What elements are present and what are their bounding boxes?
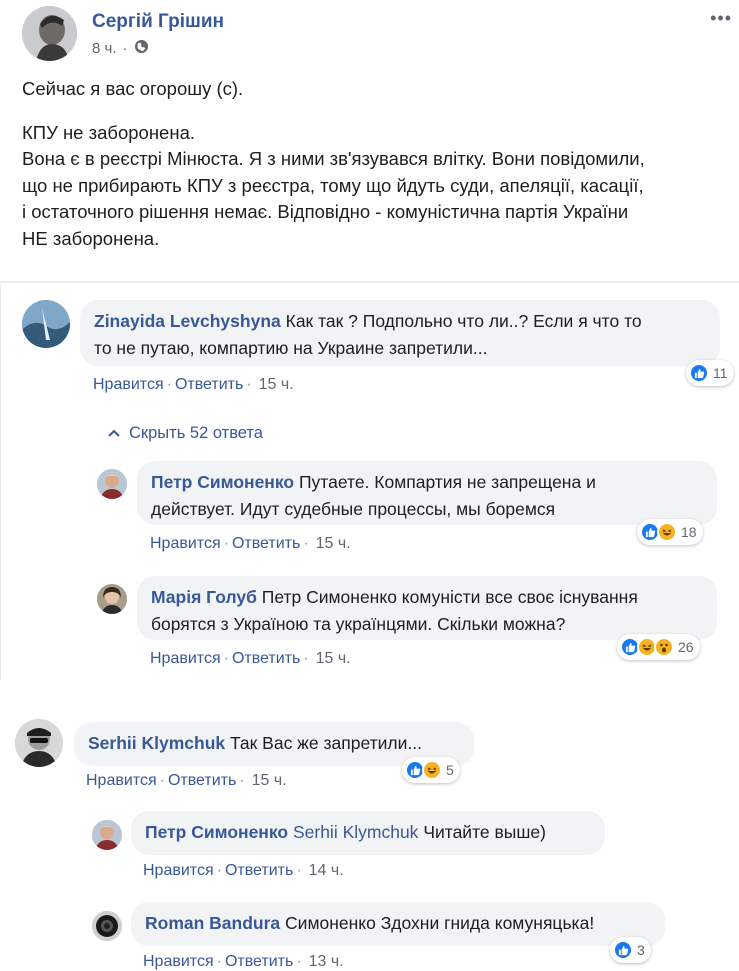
hide-replies-link[interactable]: Скрыть 52 ответа — [107, 424, 263, 443]
separator-dot: · — [239, 772, 245, 789]
separator-dot: · — [159, 772, 165, 789]
like-link[interactable]: Нравится — [143, 953, 214, 970]
wow-icon — [654, 637, 674, 657]
haha-icon — [657, 522, 677, 542]
comment-author[interactable]: Zinayida Levchyshyna — [94, 311, 281, 331]
reply-bubble: Петр Симоненко Путаете. Компартия не зап… — [137, 461, 717, 525]
thread-line — [0, 285, 6, 680]
reply-author[interactable]: Петр Симоненко — [145, 822, 288, 842]
commenter-avatar[interactable] — [22, 300, 70, 348]
hide-replies-label: Скрыть 52 ответа — [129, 424, 263, 442]
post-author-name[interactable]: Сергій Грішин — [92, 11, 224, 33]
reply-text: Петр Симоненко комуністи все своє існува… — [261, 587, 638, 607]
post-line: і остаточного рішення немає. Відповідно … — [22, 201, 629, 222]
comment-text: Так Вас же запретили... — [230, 733, 422, 753]
chevron-up-icon — [107, 424, 121, 443]
reaction-count: 11 — [713, 365, 728, 381]
separator-dot: · — [216, 862, 222, 879]
like-link[interactable]: Нравится — [150, 650, 221, 667]
post-line: НЕ заборонена. — [22, 227, 160, 249]
reply-time[interactable]: 15 ч. — [316, 650, 351, 667]
separator-dot: · — [296, 862, 302, 879]
reply-bubble: Марія Голуб Петр Симоненко комуністи все… — [137, 576, 717, 640]
reply-bubble: Петр Симоненко Serhii Klymchuk Читайте в… — [131, 811, 605, 855]
haha-icon — [422, 760, 442, 780]
reply-bubble: Roman Bandura Симоненко Здохни гнида ком… — [131, 902, 665, 946]
separator-dot: · — [246, 376, 252, 393]
post-time[interactable]: 8 ч. — [92, 40, 117, 57]
comment-author[interactable]: Serhii Klymchuk — [88, 733, 225, 753]
reply-link[interactable]: Ответить — [232, 650, 300, 667]
reply-link[interactable]: Ответить — [225, 953, 293, 970]
more-options-icon[interactable]: ••• — [710, 8, 732, 29]
post-header: Сергій Грішин 8 ч. · ••• — [22, 6, 731, 62]
like-link[interactable]: Нравится — [150, 535, 221, 552]
comment-text: то не путаю, компартию на Украине запрет… — [94, 338, 488, 358]
like-link[interactable]: Нравится — [143, 862, 214, 879]
commenter-avatar[interactable] — [15, 719, 63, 767]
comment-text: Как так ? Подпольно что ли..? Если я что… — [285, 311, 642, 331]
reply-author[interactable]: Петр Симоненко — [151, 472, 294, 492]
reaction-summary[interactable]: 5 — [402, 757, 460, 783]
comment-time[interactable]: 15 ч. — [259, 376, 294, 393]
post-meta: 8 ч. · — [92, 39, 149, 58]
reply-avatar[interactable] — [97, 469, 127, 499]
post-line: Сейчас я вас огорошу (с). — [22, 78, 244, 99]
reply-text: Путаете. Компартия не запрещена и — [298, 472, 596, 492]
reply-author[interactable]: Марія Голуб — [151, 587, 257, 607]
reply-link[interactable]: Ответить — [175, 376, 243, 393]
reply-actions: Нравится · Ответить · 14 ч. — [143, 862, 344, 880]
post-line: Вона є в реєстрі Мінюста. Я з ними зв'яз… — [22, 148, 645, 169]
separator-dot: · — [303, 650, 309, 667]
reply-actions: Нравится · Ответить · 15 ч. — [150, 535, 351, 553]
comment-bubble: Zinayida Levchyshyna Как так ? Подпольно… — [80, 300, 720, 366]
reply-text: борятся з Україною та українцями. Скільк… — [151, 614, 566, 634]
mention-link[interactable]: Serhii Klymchuk — [293, 822, 418, 842]
post-line: КПУ не заборонена. — [22, 121, 195, 143]
reply-link[interactable]: Ответить — [225, 862, 293, 879]
reply-time[interactable]: 15 ч. — [316, 535, 351, 552]
reaction-count: 5 — [446, 762, 454, 778]
comment-time[interactable]: 15 ч. — [252, 772, 287, 789]
reply-time[interactable]: 14 ч. — [309, 862, 344, 879]
author-avatar[interactable] — [22, 6, 77, 61]
like-link[interactable]: Нравится — [86, 772, 157, 789]
comment-actions: Нравится · Ответить · 15 ч. — [93, 376, 294, 394]
reply-text: действует. Идут судебные процессы, мы бо… — [151, 499, 556, 519]
post-text: Сейчас я вас огорошу (с). КПУ не заборон… — [22, 76, 722, 252]
reply-text: Симоненко Здохни гнида комуняцька! — [285, 913, 595, 933]
reaction-summary[interactable]: 26 — [617, 634, 700, 660]
separator-dot: · — [216, 953, 222, 970]
reply-time[interactable]: 13 ч. — [309, 953, 344, 970]
reply-actions: Нравится · Ответить · 15 ч. — [150, 650, 351, 668]
reply-text: Читайте выше) — [423, 822, 546, 842]
reaction-count: 26 — [678, 639, 694, 655]
reaction-count: 3 — [637, 942, 645, 958]
like-link[interactable]: Нравится — [93, 376, 164, 393]
separator-dot: · — [296, 953, 302, 970]
separator-dot: · — [122, 40, 128, 57]
like-icon — [689, 363, 709, 383]
reaction-count: 18 — [681, 524, 697, 540]
separator-dot: · — [223, 535, 229, 552]
post-divider — [0, 281, 739, 283]
reply-link[interactable]: Ответить — [232, 535, 300, 552]
reply-author[interactable]: Roman Bandura — [145, 913, 280, 933]
reply-actions: Нравится · Ответить · 13 ч. — [143, 953, 344, 971]
reply-avatar[interactable] — [97, 584, 127, 614]
separator-dot: · — [303, 535, 309, 552]
reply-link[interactable]: Ответить — [168, 772, 236, 789]
reply-avatar[interactable] — [92, 911, 122, 941]
separator-dot: · — [223, 650, 229, 667]
reaction-summary[interactable]: 11 — [686, 360, 734, 386]
globe-icon — [134, 39, 149, 58]
reaction-summary[interactable]: 3 — [610, 937, 651, 963]
post-line: що не прибирають КПУ з реєстра, тому що … — [22, 174, 644, 196]
reaction-summary[interactable]: 18 — [637, 519, 703, 545]
like-icon — [613, 940, 633, 960]
reply-avatar[interactable] — [92, 820, 122, 850]
comment-actions: Нравится · Ответить · 15 ч. — [86, 772, 287, 790]
separator-dot: · — [166, 376, 172, 393]
